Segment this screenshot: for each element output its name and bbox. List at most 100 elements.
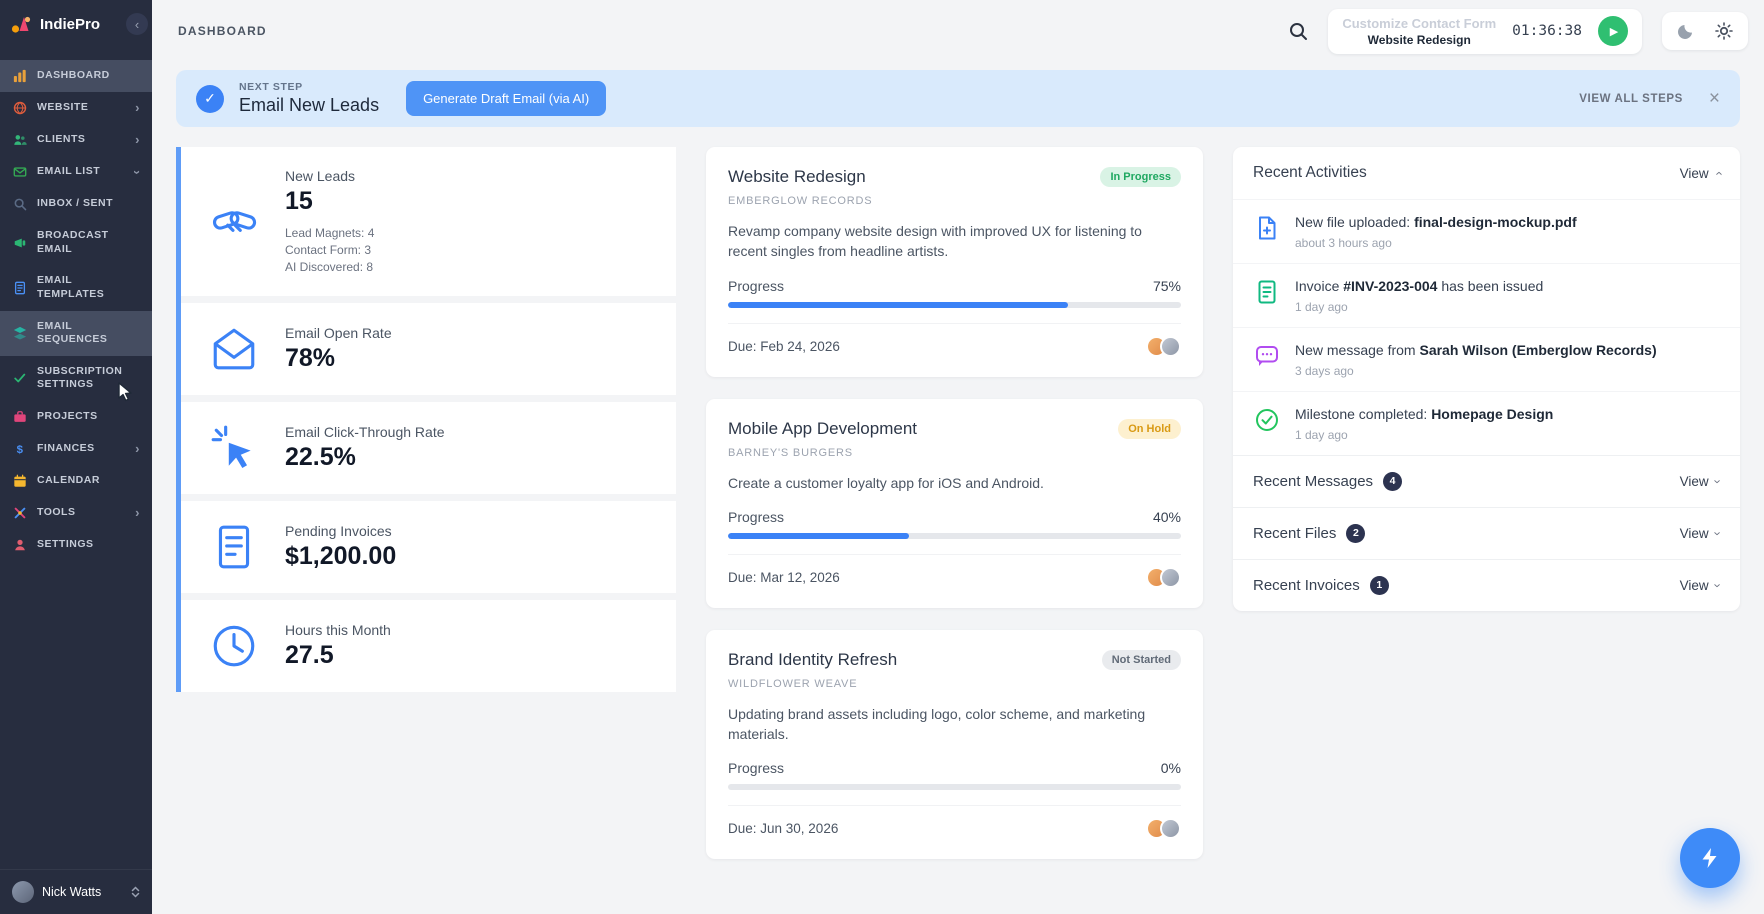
avatar [1160,818,1181,839]
project-card-mobile-app-development[interactable]: Mobile App Development On Hold BARNEY'S … [706,399,1203,608]
recent-files-section[interactable]: Recent Files 2 View› [1233,507,1740,559]
sidebar-item-label: EMAIL TEMPLATES [37,274,140,301]
activity-time: 1 day ago [1295,428,1553,442]
view-all-steps-link[interactable]: VIEW ALL STEPS [1579,93,1683,105]
activity-item-milestone-completed[interactable]: Milestone completed: Homepage Design 1 d… [1233,391,1740,455]
stat-label: Pending Invoices [285,523,396,539]
quick-actions-fab[interactable] [1680,828,1740,888]
briefcase-icon [12,410,28,424]
svg-text:$: $ [17,444,24,456]
sidebar-item-calendar[interactable]: CALENDAR [0,465,152,497]
count-badge: 4 [1383,472,1402,491]
stat-label: Hours this Month [285,622,391,638]
lightning-bolt-icon [1698,846,1722,870]
sidebar-item-projects[interactable]: PROJECTS [0,401,152,433]
progress-bar [728,533,1181,539]
view-messages-link[interactable]: View› [1680,474,1720,489]
app-logo [10,13,32,35]
cursor-click-icon [207,423,261,473]
check-icon [12,371,28,385]
check-circle-icon: ✓ [196,85,224,113]
due-date: Due: Mar 12, 2026 [728,570,840,585]
chevron-down-icon: › [131,170,144,175]
stat-text: Hours this Month 27.5 [285,622,391,670]
project-title: Website Redesign [728,167,866,187]
chevron-updown-icon [131,886,140,898]
due-date: Due: Feb 24, 2026 [728,339,840,354]
sidebar-item-label: EMAIL LIST [37,165,100,179]
magnifier-icon [12,197,28,211]
globe-icon [12,101,28,115]
search-icon[interactable] [1288,21,1308,41]
timer-task-info: Customize Contact Form Website Redesign [1342,16,1496,47]
projects-column: Website Redesign In Progress EMBERGLOW R… [706,147,1203,859]
sun-icon[interactable] [1715,22,1733,40]
stat-value: 78% [285,344,392,373]
stats-column: New Leads 15 Lead Magnets: 4 Contact For… [176,147,676,692]
progress-label: Progress [728,278,784,294]
section-label: Recent Invoices [1253,577,1360,594]
handshake-icon [207,197,261,247]
team-avatars [1146,818,1181,839]
project-card-brand-identity-refresh[interactable]: Brand Identity Refresh Not Started WILDF… [706,630,1203,860]
user-menu[interactable]: Nick Watts [0,869,152,914]
sidebar-item-email-sequences[interactable]: EMAIL SEQUENCES [0,311,152,356]
project-client: BARNEY'S BURGERS [728,447,1181,459]
sidebar-item-website[interactable]: WEBSITE › [0,92,152,124]
view-files-link[interactable]: View› [1680,526,1720,541]
project-title: Brand Identity Refresh [728,650,897,670]
recent-invoices-section[interactable]: Recent Invoices 1 View› [1233,559,1740,611]
sidebar-item-clients[interactable]: CLIENTS › [0,124,152,156]
view-invoices-link[interactable]: View› [1680,578,1720,593]
sidebar-collapse-button[interactable]: ‹ [126,13,148,35]
document-icon [12,281,28,295]
sidebar-item-label: INBOX / SENT [37,197,113,211]
project-card-website-redesign[interactable]: Website Redesign In Progress EMBERGLOW R… [706,147,1203,377]
sidebar-item-label: DASHBOARD [37,69,110,83]
progress-percent: 40% [1153,509,1181,525]
recent-messages-section[interactable]: Recent Messages 4 View› [1233,455,1740,507]
chevron-up-icon: › [1710,171,1725,175]
megaphone-icon [12,236,28,250]
app-root: IndiePro ‹ DASHBOARD WEBSITE › CLIENTS ›… [0,0,1764,914]
stat-details: Lead Magnets: 4 Contact Form: 3 AI Disco… [285,225,374,275]
count-badge: 2 [1346,524,1365,543]
sidebar-item-label: EMAIL SEQUENCES [37,320,140,347]
chat-bubble-icon [1253,341,1281,378]
activity-item-invoice-issued[interactable]: Invoice #INV-2023-004 has been issued 1 … [1233,263,1740,327]
next-step-title: Email New Leads [239,95,379,116]
breadcrumb: DASHBOARD [178,24,267,38]
file-icon [1253,213,1281,250]
close-icon[interactable]: × [1709,89,1720,108]
sidebar-item-finances[interactable]: $ FINANCES › [0,433,152,465]
sidebar-item-inbox-sent[interactable]: INBOX / SENT [0,188,152,220]
avatar [1160,567,1181,588]
sidebar-item-tools[interactable]: TOOLS › [0,497,152,529]
project-client: WILDFLOWER WEAVE [728,678,1181,690]
sidebar-item-subscription-settings[interactable]: SUBSCRIPTION SETTINGS [0,356,152,401]
activity-item-new-message[interactable]: New message from Sarah Wilson (Emberglow… [1233,327,1740,391]
view-activities-link[interactable]: View› [1680,166,1720,181]
stat-label: Email Click-Through Rate [285,424,445,440]
activity-item-file-uploaded[interactable]: New file uploaded: final-design-mockup.p… [1233,199,1740,263]
timer-play-button[interactable]: ▶ [1598,16,1628,46]
sidebar-item-email-templates[interactable]: EMAIL TEMPLATES [0,265,152,310]
calendar-icon [12,474,28,488]
project-description: Updating brand assets including logo, co… [728,704,1181,745]
chevron-down-icon: › [1710,479,1725,483]
sidebar-item-email-list[interactable]: EMAIL LIST › [0,156,152,188]
moon-icon[interactable] [1677,22,1695,40]
user-name: Nick Watts [42,885,101,899]
recent-activities-panel: Recent Activities View› New file uploade… [1233,147,1740,611]
generate-draft-email-button[interactable]: Generate Draft Email (via AI) [406,81,606,116]
sidebar-item-settings[interactable]: SETTINGS [0,529,152,561]
sidebar-item-label: PROJECTS [37,410,98,424]
main-area: DASHBOARD Customize Contact Form Website… [152,0,1764,914]
team-avatars [1146,336,1181,357]
sidebar-item-dashboard[interactable]: DASHBOARD [0,60,152,92]
sidebar-item-broadcast-email[interactable]: BROADCAST EMAIL [0,220,152,265]
topbar-right: Customize Contact Form Website Redesign … [1288,9,1748,54]
topbar: DASHBOARD Customize Contact Form Website… [152,0,1764,62]
dashboard-content: New Leads 15 Lead Magnets: 4 Contact For… [152,147,1764,914]
sidebar-item-label: SUBSCRIPTION SETTINGS [37,365,140,392]
